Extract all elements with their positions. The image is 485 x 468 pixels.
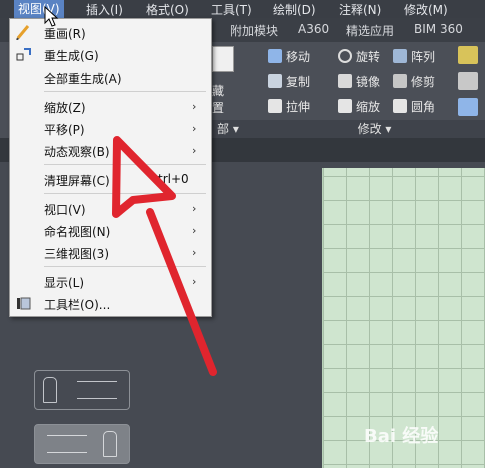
annotation-arrow [112, 136, 217, 376]
mouse-cursor-icon [44, 6, 59, 27]
watermark: Bai 经验 [364, 426, 439, 447]
arrow-head [112, 136, 176, 218]
